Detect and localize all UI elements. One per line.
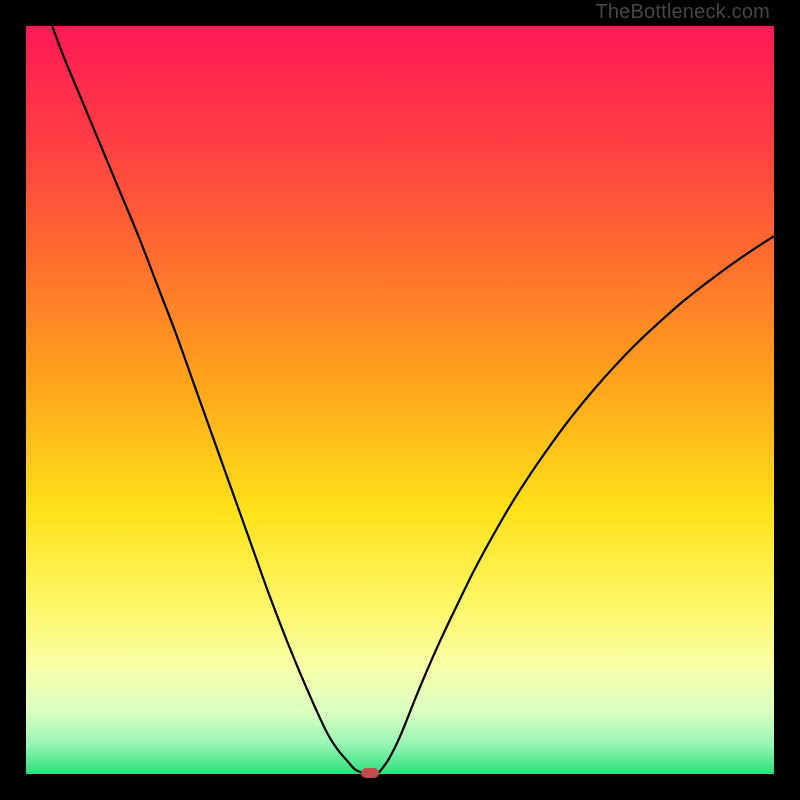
curve-svg <box>26 26 774 774</box>
optimal-point-marker <box>361 768 379 778</box>
plot-area <box>26 26 774 774</box>
watermark: TheBottleneck.com <box>595 1 770 24</box>
curve-right <box>379 236 774 772</box>
chart-root: TheBottleneck.com <box>0 0 800 800</box>
curve-left <box>52 26 379 773</box>
